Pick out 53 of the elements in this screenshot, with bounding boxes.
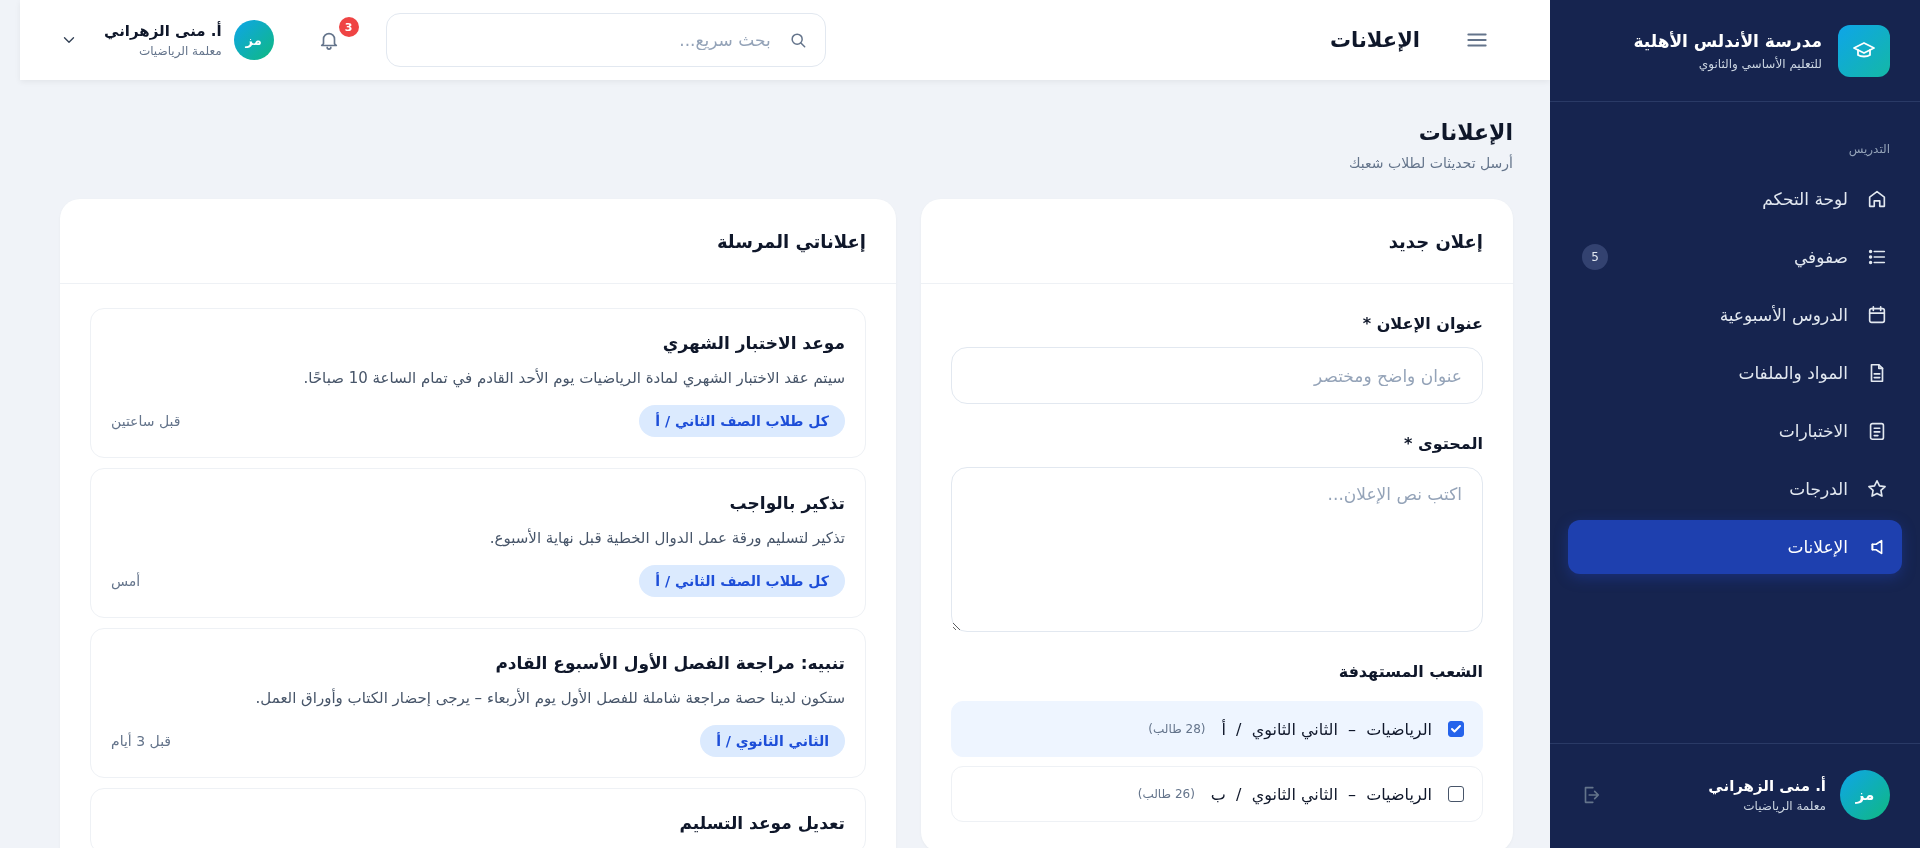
field-label: عنوان الإعلان * xyxy=(1361,314,1483,333)
page-title: الإعلانات xyxy=(1330,28,1420,52)
announcement-text: سيتم عقد الاختبار الشهري لمادة الرياضيات يوم الأحد القادم في تمام الساعة 10 صباحًا. xyxy=(302,369,845,387)
section-name: الرياضيات – الثاني الثانوي / ب xyxy=(1210,784,1432,804)
section-option[interactable]: الرياضيات – الثاني الثانوي / ب (26 طالب) xyxy=(951,766,1483,822)
nav-item[interactable]: الاختبارات xyxy=(1568,404,1902,458)
user-role: معلمة الرياضيات xyxy=(137,44,222,58)
checkbox[interactable] xyxy=(1448,786,1464,802)
section-name: الرياضيات – الثاني الثانوي / أ xyxy=(1221,719,1432,739)
notification-badge: 3 xyxy=(338,17,359,37)
announcement-title: موعد الاختبار الشهري xyxy=(661,333,845,353)
announcement-text: تذكير لتسليم ورقة عمل الدوال الخطية قبل نهاية الأسبوع. xyxy=(488,529,845,547)
audience-tag: كل طلاب الصف الثاني / أ xyxy=(639,405,845,437)
content-field[interactable]: اكتب نص الإعلان... xyxy=(951,467,1483,632)
card-title: إعلان جديد xyxy=(921,199,1513,284)
audience-tag: الثاني الثانوي / أ xyxy=(700,725,845,757)
heading: الإعلانات xyxy=(1417,120,1513,145)
nav-item[interactable]: المواد والملفات xyxy=(1568,346,1902,400)
card-title: إعلاناتي المرسلة xyxy=(60,199,896,284)
section-label: التدريس xyxy=(1847,141,1891,159)
announcement-title: تذكير بالواجب xyxy=(728,493,845,513)
user-name: أ. منى الزهراني xyxy=(104,22,222,40)
timestamp: قبل ساعتين xyxy=(111,413,181,429)
user-name: أ. منى الزهراني xyxy=(1708,777,1826,795)
user-avatar: مز xyxy=(233,20,274,60)
student-count: (28 طالب) xyxy=(1148,722,1206,736)
timestamp: أمس xyxy=(111,573,141,589)
title-field[interactable]: عنوان واضح ومختصر xyxy=(951,347,1483,404)
school-name: مدرسة الأندلس الأهلية xyxy=(1633,30,1822,51)
announcement-text: ستكون لدينا حصة مراجعة شاملة للفصل الأول يوم الأربعاء – يرجى إحضار الكتاب وأوراق العمل. xyxy=(254,689,845,707)
field-label: الشعب المستهدفة xyxy=(1337,662,1483,681)
home-icon xyxy=(1866,188,1888,210)
nav-item[interactable]: الدرجات xyxy=(1568,462,1902,516)
nav-item[interactable]: الدروس الأسبوعية xyxy=(1568,288,1902,342)
nav-item[interactable]: لوحة التحكم xyxy=(1568,172,1902,226)
timestamp: قبل 3 أيام xyxy=(111,733,172,749)
checkbox[interactable] xyxy=(1448,721,1464,737)
calendar-icon xyxy=(1866,304,1888,326)
checkmark-icon xyxy=(1450,723,1462,735)
announcement-title: تعديل موعد التسليم xyxy=(678,813,845,833)
section-option[interactable]: الرياضيات – الثاني الثانوي / أ (28 طالب) xyxy=(951,701,1483,757)
school-subtitle: للتعليم الأساسي والثانوي xyxy=(1697,56,1822,71)
user-role: معلمة الرياضيات xyxy=(1742,799,1826,813)
student-count: (26 طالب) xyxy=(1137,787,1195,801)
announcement-title: تنبيه: مراجعة الفصل الأول الأسبوع القادم xyxy=(494,653,845,673)
star-icon xyxy=(1866,478,1888,500)
search-field[interactable]: بحث سريع... xyxy=(385,13,826,67)
nav-item[interactable]: الإعلانات xyxy=(1568,520,1902,574)
user-avatar: مز xyxy=(1840,770,1890,820)
field-label: المحتوى * xyxy=(1403,434,1483,453)
audience-tag: كل طلاب الصف الثاني / أ xyxy=(639,565,845,597)
count-badge: 5 xyxy=(1582,244,1608,270)
subheading: أرسل تحديثات لطلاب شعبك xyxy=(1348,155,1513,171)
